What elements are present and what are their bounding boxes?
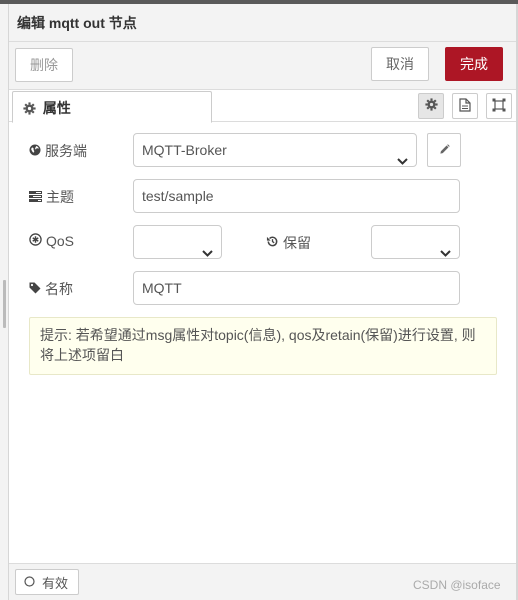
qos-label-group: QoS xyxy=(29,233,74,249)
tray-footer: 有效 CSDN @isoface xyxy=(9,563,516,600)
chevron-down-icon xyxy=(202,237,213,269)
name-input[interactable]: MQTT xyxy=(133,271,460,305)
document-icon xyxy=(459,97,471,115)
topic-input[interactable]: test/sample xyxy=(133,179,460,213)
tab-properties[interactable]: 属性 xyxy=(12,91,212,123)
properties-form: 服务端 MQTT-Broker 主题 test/sample QoS 保留 名称… xyxy=(9,123,516,563)
hint-box: 提示: 若希望通过msg属性对topic(信息), qos及retain(保留)… xyxy=(29,317,497,375)
tab-bar: 属性 xyxy=(9,90,516,123)
tray-toolbar: 删除 取消 完成 xyxy=(9,42,516,90)
asterisk-circle-icon xyxy=(29,233,42,249)
globe-icon xyxy=(29,143,41,159)
delete-button[interactable]: 删除 xyxy=(15,48,73,82)
tab-settings-gear[interactable] xyxy=(418,93,444,119)
tray-title: 编辑 mqtt out 节点 xyxy=(9,4,516,42)
server-select[interactable]: MQTT-Broker xyxy=(133,133,417,167)
server-value: MQTT-Broker xyxy=(142,142,227,158)
name-label: 名称 xyxy=(45,281,73,297)
topic-label: 主题 xyxy=(46,189,74,205)
tab-appearance[interactable] xyxy=(486,93,512,119)
enabled-label: 有效 xyxy=(42,575,69,591)
tag-icon xyxy=(29,281,41,297)
done-button[interactable]: 完成 xyxy=(445,47,503,81)
resize-grip[interactable] xyxy=(3,280,6,328)
watermark: CSDN @isoface xyxy=(413,578,501,592)
tab-description[interactable] xyxy=(452,93,478,119)
qos-label: QoS xyxy=(46,233,75,249)
cancel-button[interactable]: 取消 xyxy=(371,47,429,81)
server-label: 服务端 xyxy=(45,143,87,159)
tasks-icon xyxy=(29,189,42,205)
edit-server-button[interactable] xyxy=(427,133,461,167)
gear-icon xyxy=(23,102,36,118)
name-label-group: 名称 xyxy=(29,279,73,299)
topic-label-group: 主题 xyxy=(29,187,74,207)
retain-label: 保留 xyxy=(283,235,311,251)
chevron-down-icon xyxy=(440,237,451,269)
circle-icon xyxy=(24,575,35,590)
chevron-down-icon xyxy=(397,145,408,177)
qos-select[interactable] xyxy=(133,225,222,259)
server-label-group: 服务端 xyxy=(29,141,87,161)
resize-rail[interactable] xyxy=(0,4,9,600)
pencil-icon xyxy=(439,142,450,158)
history-icon xyxy=(266,235,279,251)
gear-icon xyxy=(424,98,438,114)
retain-select[interactable] xyxy=(371,225,460,259)
enabled-toggle[interactable]: 有效 xyxy=(15,569,79,595)
frame-icon xyxy=(492,98,506,115)
retain-label-group: 保留 xyxy=(266,233,311,253)
tab-properties-label: 属性 xyxy=(42,100,71,116)
